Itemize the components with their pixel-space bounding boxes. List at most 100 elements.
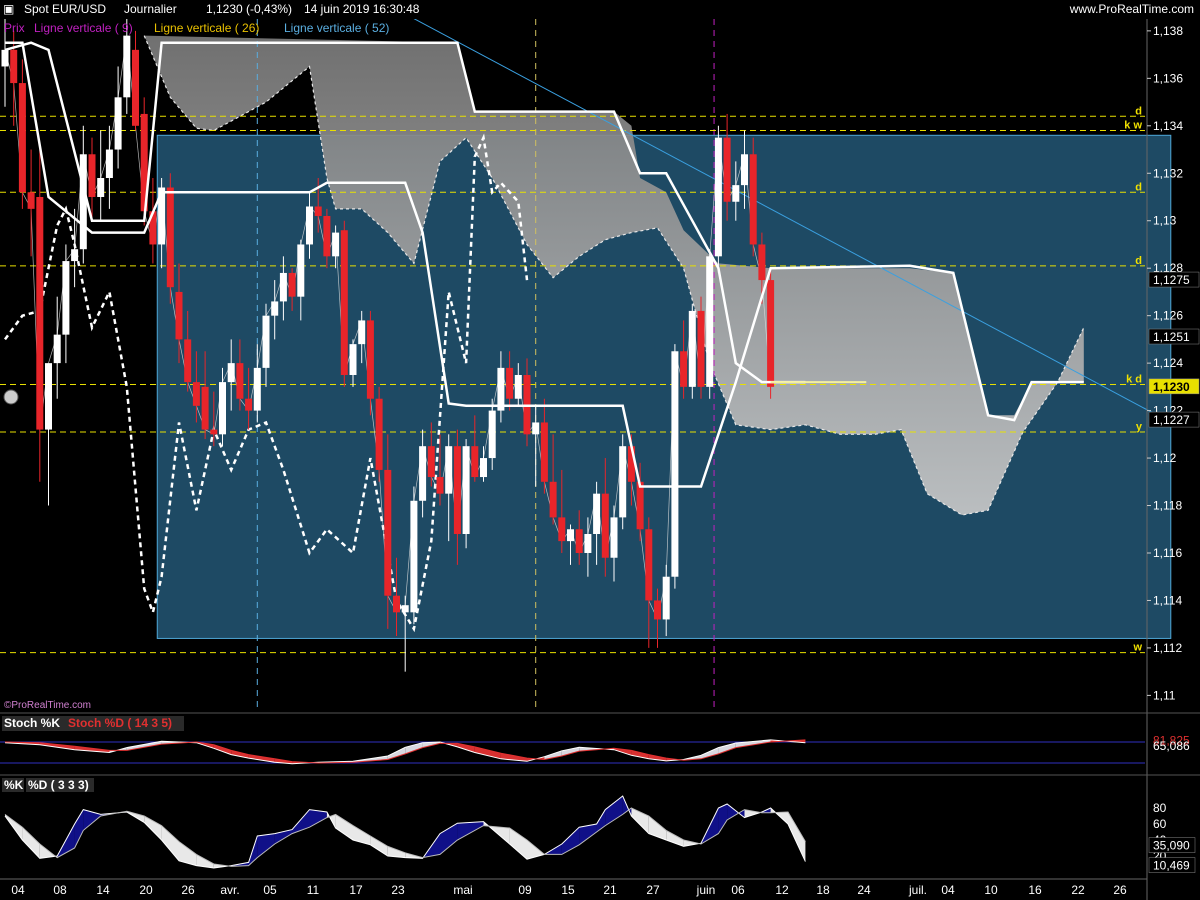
candle-body [123,35,131,98]
stoch-fill-seg [74,809,84,848]
x-tick-label: 16 [1028,883,1042,897]
y-tick-label: 1,126 [1153,309,1183,323]
candle-body [471,446,479,478]
price-tag-label: 35,090 [1153,839,1190,853]
x-tick-label: 04 [11,883,25,897]
settings-icon[interactable] [3,389,19,405]
candle-body [236,363,244,399]
candle-body [410,500,418,613]
candle-body [192,382,200,406]
x-tick-label: 15 [561,883,575,897]
x-tick-label: 18 [816,883,830,897]
x-tick-label: 04 [941,883,955,897]
candle-body [749,154,757,245]
site-url[interactable]: www.ProRealTime.com [1070,0,1194,19]
header-bar: ▣ Spot EUR/USD Journalier 1,1230 (-0,43%… [0,0,1200,19]
candle-body [619,446,627,518]
y-tick-label: 1,118 [1153,499,1182,513]
last-price: 1,1230 (-0,43%) [206,2,293,16]
y-tick-label: 1,134 [1153,119,1183,133]
legend-item[interactable]: %D ( 3 3 3) [28,778,89,792]
price-tag-label: 10,469 [1153,859,1190,873]
candle-body [210,429,218,435]
price-tag-label: 65,086 [1153,739,1190,753]
legend-item[interactable]: Ligne verticale ( 26) [154,21,259,35]
legend-item[interactable]: Stoch %D ( 14 3 5) [68,716,172,730]
candle-body [506,367,514,399]
chart-window: d k w d d k d y w Prix Ligne verticale ( 9) Ligne… [0,0,1200,900]
legend-item[interactable]: Stoch %K [4,716,60,730]
candle-body [671,351,679,577]
app-logo-icon: ▣ [3,2,15,16]
y-tick-label: 80 [1153,801,1167,815]
candle-body [697,310,705,387]
legend-item[interactable]: %K [4,778,24,792]
candle-body [53,334,61,364]
candle-body [71,249,79,262]
candle-body [45,363,52,430]
candle-body [27,192,35,209]
candle-body [767,280,775,387]
candle-body [201,386,209,430]
candle-body [549,481,557,518]
level-letter: d [1135,255,1142,267]
candle-body [758,244,766,281]
candle-body [227,363,235,383]
level-letter: d [1135,105,1142,117]
candle-body [349,344,357,375]
candle-body [175,291,183,340]
candle-body [445,446,453,494]
x-tick-label: 17 [349,883,363,897]
stoch-fill-seg [144,816,162,840]
legend-item[interactable]: Prix [4,21,25,35]
candle-body [114,97,122,150]
candle-body [575,529,583,553]
candle-body [393,595,400,613]
candle-body [375,398,383,470]
stoch-fill-seg [509,828,527,860]
candle-body [306,206,313,245]
x-tick-label: 24 [857,883,871,897]
x-tick-label: 09 [518,883,532,897]
candle-body [314,206,322,216]
candle-body [332,232,340,257]
candle-body [366,320,374,399]
candle-body [723,137,731,202]
stoch-fill-seg [718,804,728,834]
chart-canvas[interactable]: d k w d d k d y w Prix Ligne verticale ( 9) Ligne… [0,0,1200,900]
candle-body [610,517,618,558]
candle-body [132,49,139,126]
candle-body [584,534,592,553]
candle-body [706,256,714,387]
stoch-fill-seg [474,746,501,759]
legend-item[interactable]: Ligne verticale ( 9) [34,21,133,35]
candle-body [36,196,44,430]
price-tag-label: 1,1251 [1153,330,1190,344]
y-tick-label: 1,116 [1153,546,1182,560]
candle-body [732,185,740,202]
candle-body [688,310,696,387]
candle-body [62,261,70,335]
candle-body [636,481,644,530]
x-tick-label: 11 [307,883,320,897]
timestamp: 14 juin 2019 16:30:48 [304,2,420,16]
candle-body [1,49,9,67]
period-label[interactable]: Journalier [124,0,177,19]
candle-body [558,517,566,542]
x-tick-label: 12 [775,883,789,897]
candle-body [497,367,505,411]
candle-body [436,477,444,494]
x-tick-label: 22 [1071,883,1085,897]
candle-body [601,493,609,558]
y-tick-label: 60 [1153,817,1167,831]
candle-body [262,315,270,368]
x-tick-label: 20 [139,883,153,897]
candle-body [593,493,601,535]
instrument-name[interactable]: Spot EUR/USD [24,0,106,19]
candle-body [271,301,279,316]
x-tick-label: juil. [908,883,927,897]
legend-item[interactable]: Ligne verticale ( 52) [284,21,389,35]
candle-body [462,446,470,535]
candle-body [279,272,287,302]
candle-body [419,446,427,501]
